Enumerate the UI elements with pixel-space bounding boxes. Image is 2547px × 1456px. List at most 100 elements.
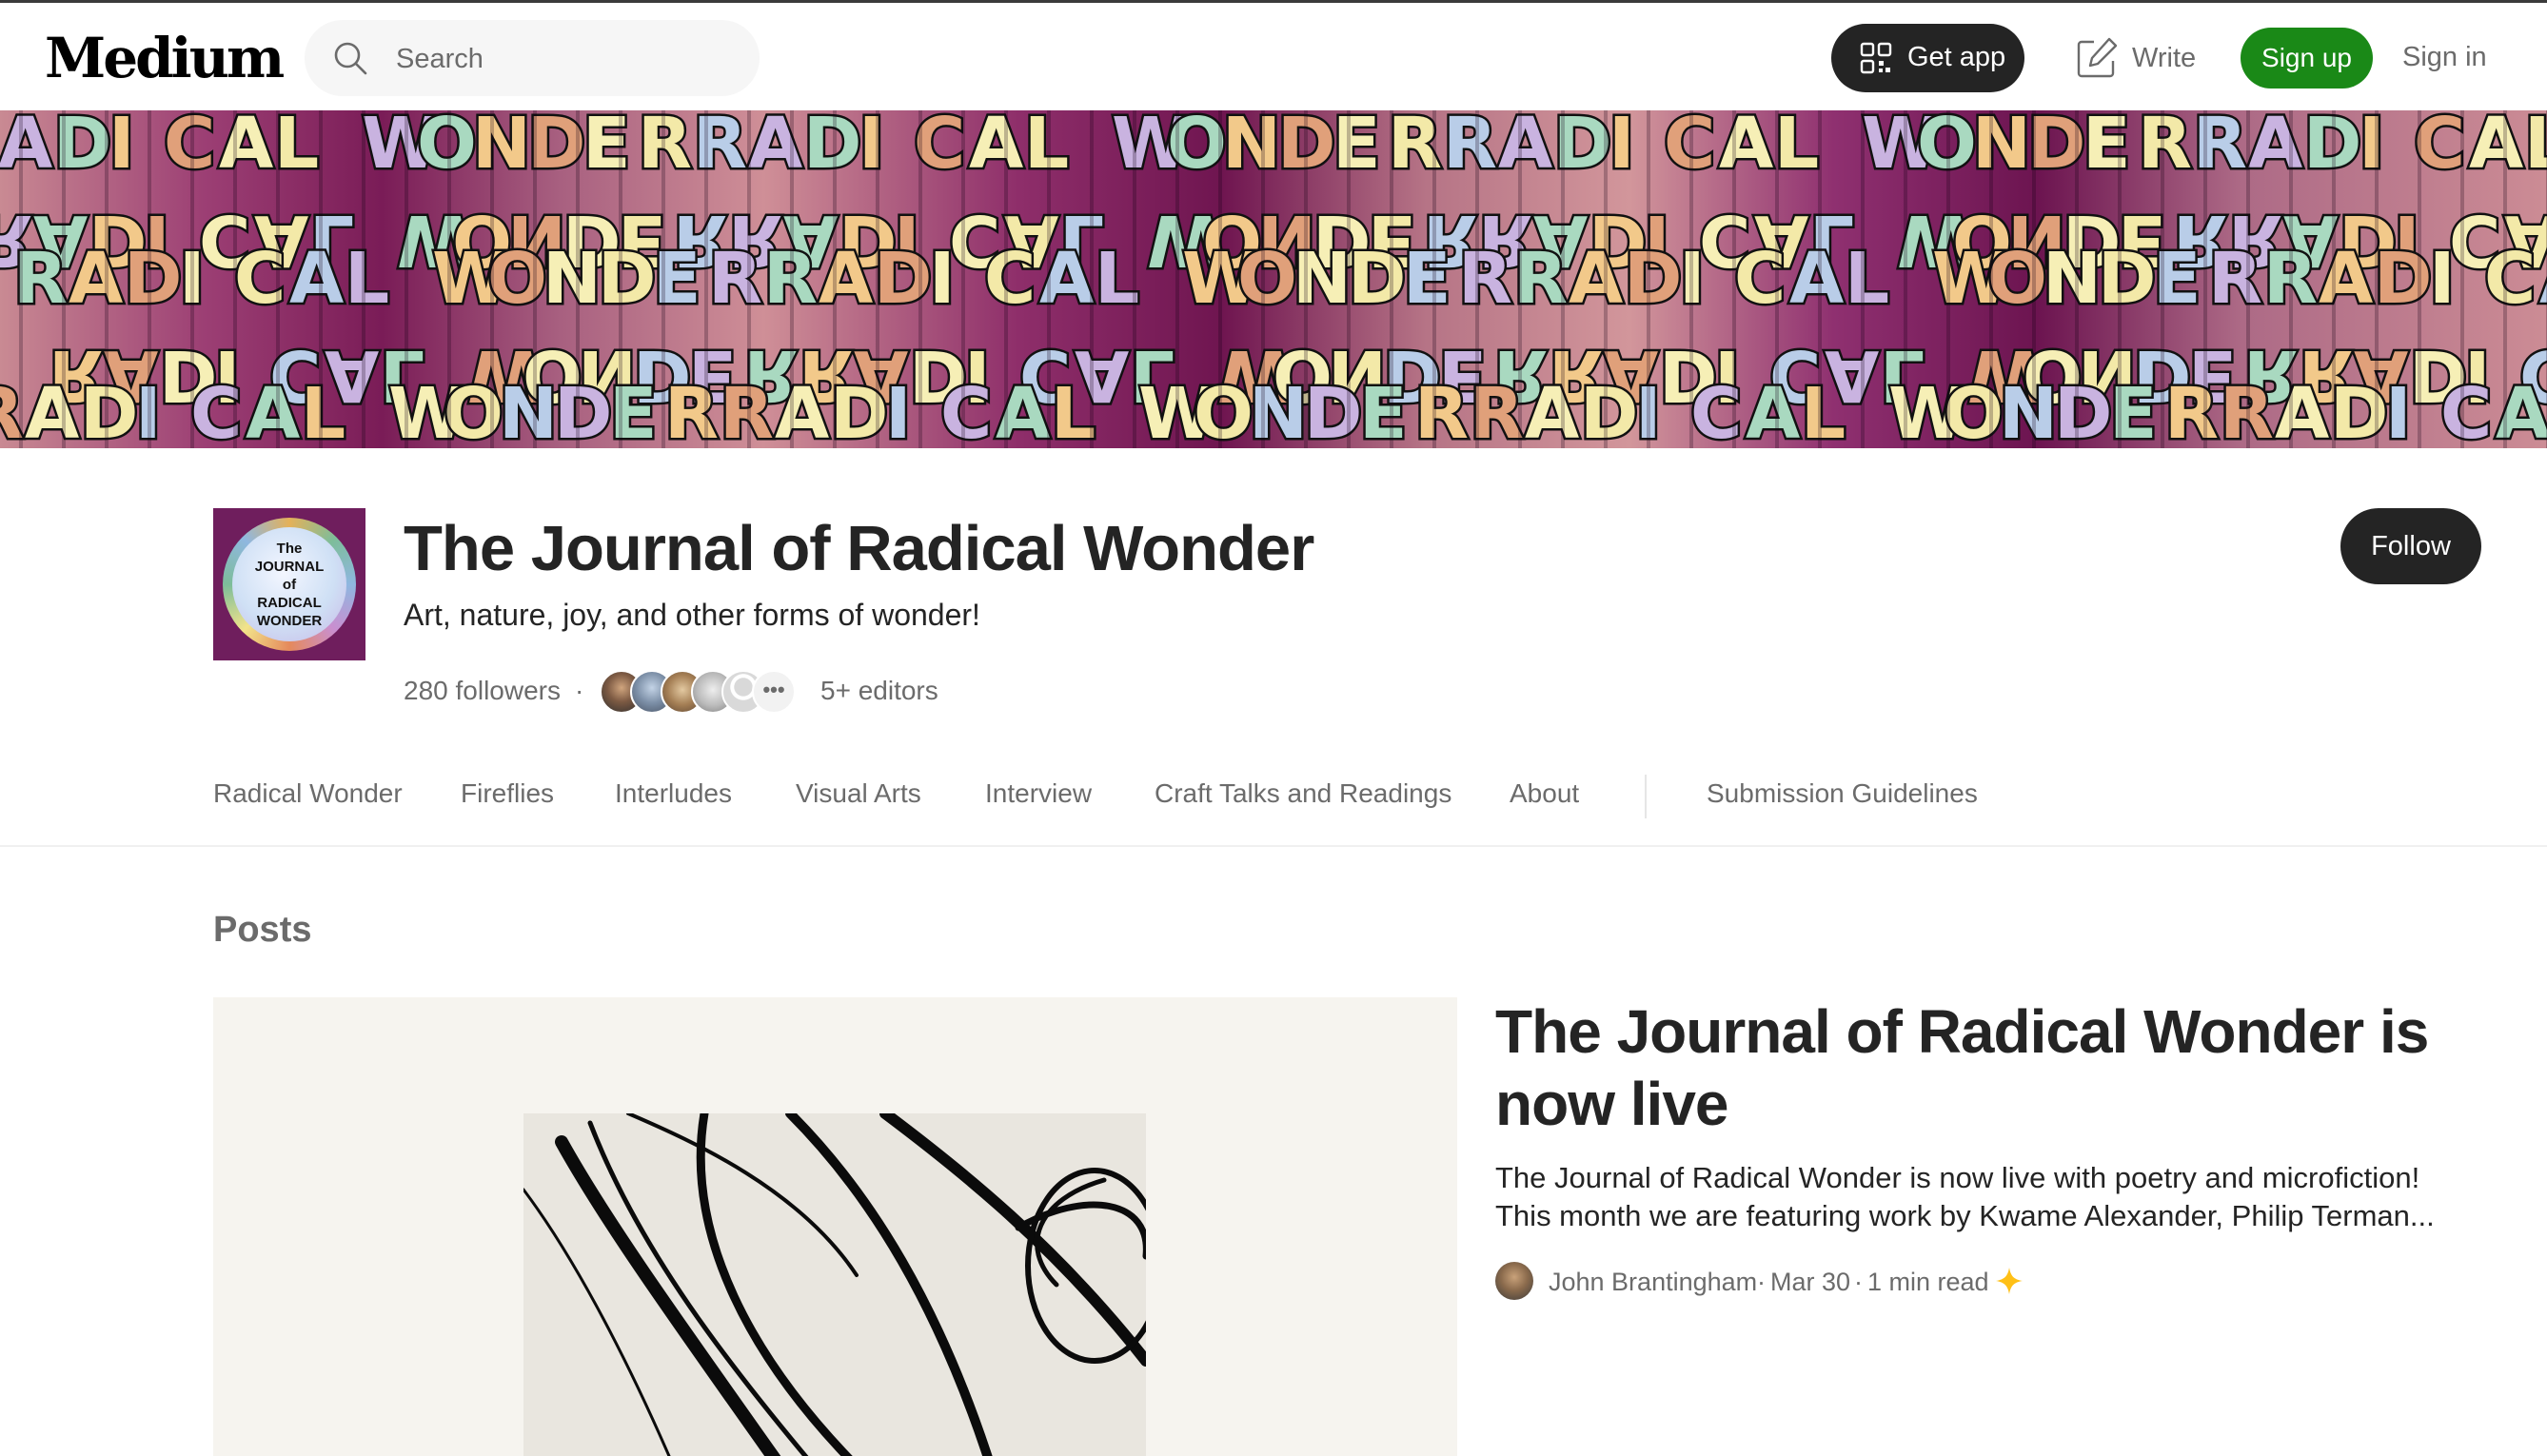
banner-lead-line: [1647, 110, 1650, 448]
posts-heading: Posts: [213, 910, 312, 950]
followers-count[interactable]: 280 followers: [404, 676, 561, 706]
banner-letter: R: [693, 110, 747, 185]
tab-fireflies[interactable]: Fireflies: [461, 778, 554, 809]
banner-letter: L: [301, 373, 346, 448]
search-box[interactable]: [305, 20, 760, 96]
meta-dot: ·: [1757, 1268, 1766, 1296]
banner-lead-line: [62, 110, 66, 448]
tab-submission-guidelines[interactable]: Submission Guidelines: [1707, 778, 1978, 809]
banner-letter: N: [1972, 110, 2031, 185]
banner-lead-line: [1861, 110, 1865, 448]
tab-visual-arts[interactable]: Visual Arts: [796, 778, 921, 809]
banner-letter: A: [2539, 238, 2547, 320]
banner-lead-line: [362, 110, 365, 448]
follow-button[interactable]: Follow: [2340, 508, 2481, 584]
post-date: Mar 30: [1770, 1268, 1851, 1296]
banner-lead-line: [1004, 110, 1008, 448]
banner-lead-line: [1904, 110, 1907, 448]
banner-letter: A: [289, 238, 344, 320]
banner-letter: R: [720, 373, 774, 448]
banner-letter: E: [1333, 110, 1381, 185]
banner-letter: A: [0, 110, 52, 185]
write-pencil-icon: [2077, 37, 2118, 78]
banner-lead-line: [2203, 110, 2207, 448]
editors-count[interactable]: 5+ editors: [820, 676, 938, 706]
sign-in-link[interactable]: Sign in: [2402, 42, 2487, 73]
banner-letter: R: [1458, 238, 1512, 320]
get-app-label: Get app: [1907, 42, 2006, 72]
banner-lead-line: [1390, 110, 1393, 448]
banner-lead-line: [1475, 110, 1479, 448]
tab-radical-wonder[interactable]: Radical Wonder: [213, 778, 403, 809]
banner-lead-line: [661, 110, 665, 448]
featured-post-image[interactable]: [213, 997, 1457, 1456]
banner-lead-line: [1047, 110, 1051, 448]
banner-letter: N: [1999, 373, 2058, 448]
banner-lead-line: [405, 110, 408, 448]
banner-lead-line: [619, 110, 622, 448]
banner-lead-line: [2161, 110, 2164, 448]
tab-craft-talks-and-readings[interactable]: Craft Talks and Readings: [1155, 778, 1451, 809]
banner-letter: D: [803, 110, 861, 185]
post-excerpt[interactable]: The Journal of Radical Wonder is now liv…: [1495, 1159, 2504, 1235]
banner-letter: R: [2164, 373, 2219, 448]
banner-letter: C: [984, 238, 1036, 320]
tab-interludes[interactable]: Interludes: [615, 778, 732, 809]
banner-letter: D: [1304, 373, 1362, 448]
sign-up-button[interactable]: Sign up: [2241, 28, 2373, 89]
tab-interview[interactable]: Interview: [985, 778, 1092, 809]
banner-letter: I: [2429, 238, 2456, 320]
banner-lead-line: [533, 110, 537, 448]
banner-lead-line: [1946, 110, 1950, 448]
sparkle-star-icon[interactable]: [1994, 1266, 2024, 1296]
banner-letter: A: [748, 110, 802, 185]
banner-letter: C: [2414, 110, 2465, 185]
banner-letter: D: [830, 373, 888, 448]
banner-lead-line: [747, 110, 751, 448]
banner-letter: C: [164, 110, 215, 185]
publication-logo[interactable]: The JOURNAL of RADICAL WONDER: [213, 508, 365, 660]
banner-letter: A: [1525, 373, 1579, 448]
banner-letter: C: [2440, 373, 2492, 448]
banner-letter: O: [1944, 373, 2004, 448]
post-excerpt-line: The Journal of Radical Wonder is now liv…: [1495, 1161, 2420, 1194]
banner-lead-line: [1261, 110, 1265, 448]
medium-logo[interactable]: Medium: [45, 26, 285, 90]
banner-letter: I: [2359, 110, 2385, 185]
banner-letter: E: [2109, 373, 2158, 448]
banner-letter: O: [444, 373, 503, 448]
banner-lead-line: [576, 110, 580, 448]
banner-lettering-pattern: RADICALWONDERRADICALWONDERRADICALWONDERR…: [0, 110, 2547, 448]
author-name[interactable]: John Brantingham: [1549, 1268, 1757, 1297]
banner-lead-line: [190, 110, 194, 448]
get-app-button[interactable]: Get app: [1831, 24, 2024, 92]
banner-lead-line: [2375, 110, 2379, 448]
banner-lead-line: [704, 110, 708, 448]
banner-letter: A: [1569, 238, 1623, 320]
banner-letter: R: [2208, 238, 2262, 320]
banner-letter: N: [472, 110, 531, 185]
banner-lead-line: [1133, 110, 1136, 448]
write-label: Write: [2132, 43, 2197, 73]
author-avatar[interactable]: [1495, 1262, 1533, 1300]
post-excerpt-line: This month we are featuring work by Kwam…: [1495, 1199, 2435, 1232]
banner-lead-line: [447, 110, 451, 448]
banner-letter: E: [609, 373, 658, 448]
banner-lead-line: [1518, 110, 1522, 448]
banner-letter: N: [499, 373, 558, 448]
post-title[interactable]: The Journal of Radical Wonder is now liv…: [1495, 995, 2504, 1140]
banner-letter: C: [2484, 238, 2536, 320]
publication-banner: RADICALWONDERRADICALWONDERRADICALWONDERR…: [0, 110, 2547, 448]
banner-letter: A: [25, 373, 79, 448]
banner-letter: D: [2374, 238, 2432, 320]
banner-lead-line: [148, 110, 151, 448]
banner-lead-line: [790, 110, 794, 448]
tab-about[interactable]: About: [1510, 778, 1579, 809]
banner-letter: D: [554, 373, 612, 448]
more-editors-icon[interactable]: •••: [752, 670, 796, 714]
banner-lead-line: [2503, 110, 2507, 448]
banner-lead-line: [1304, 110, 1308, 448]
banner-lead-line: [833, 110, 837, 448]
publication-title[interactable]: The Journal of Radical Wonder: [404, 512, 1314, 585]
search-input[interactable]: [394, 37, 740, 81]
